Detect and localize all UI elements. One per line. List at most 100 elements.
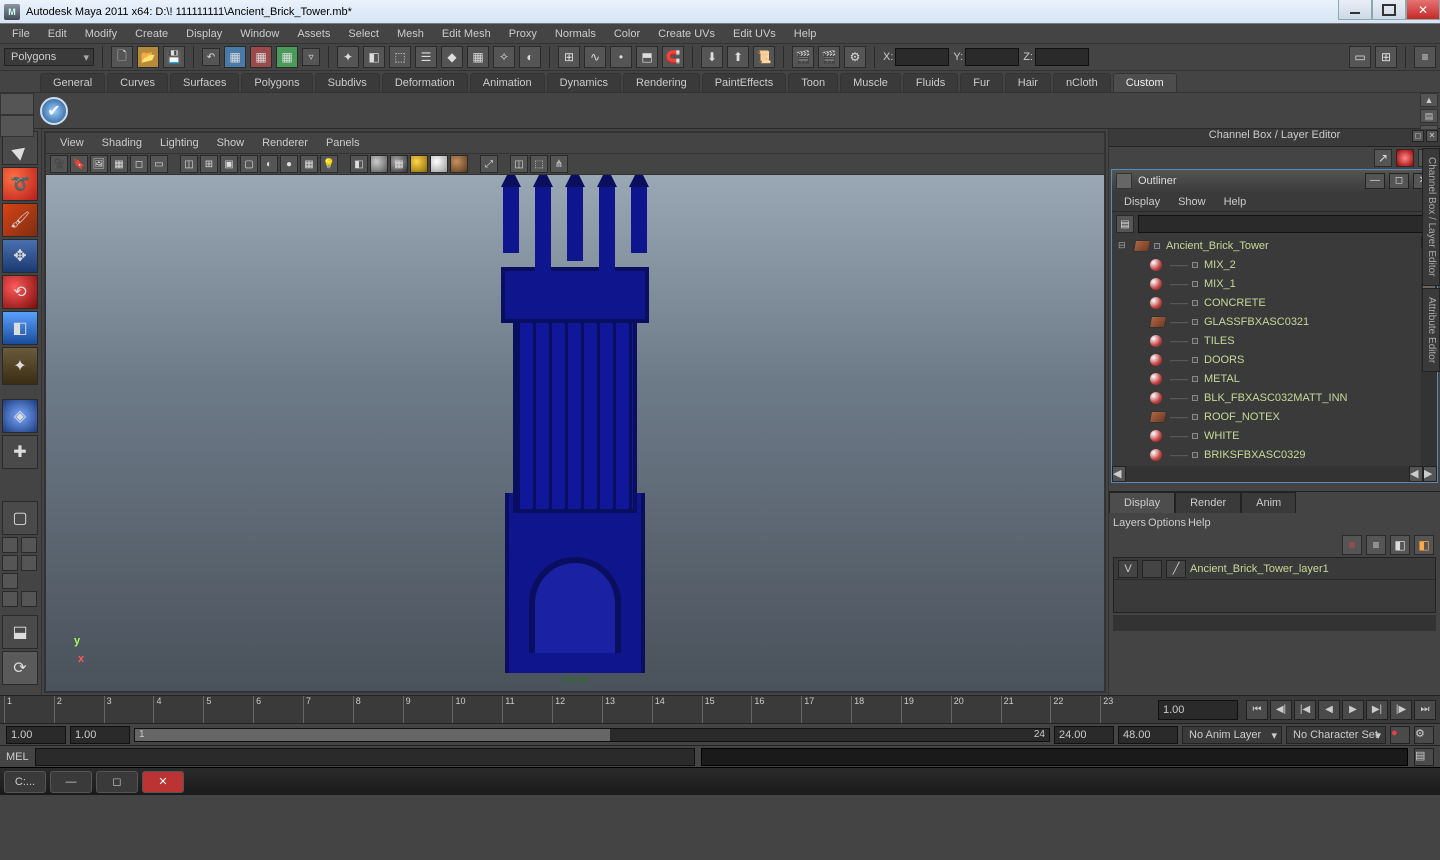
layer-menu-help[interactable]: Help xyxy=(1188,517,1211,529)
layer-tool-2-icon[interactable]: ≡ xyxy=(1366,535,1386,555)
script-lang-label[interactable]: MEL xyxy=(6,751,29,763)
menu-edit[interactable]: Edit xyxy=(40,26,75,42)
render-settings-icon[interactable]: ⚙ xyxy=(844,46,866,68)
layout-two-pane-icon[interactable] xyxy=(2,573,38,607)
soft-select-icon[interactable]: ◈ xyxy=(2,399,38,433)
snap-plane-icon[interactable]: ⬒ xyxy=(636,46,658,68)
show-editor-icon[interactable]: ≡ xyxy=(1414,46,1436,68)
sel-mask-8-icon[interactable]: ◐ xyxy=(519,46,541,68)
outliner-item[interactable]: ——BLK_FBXASC032MATT_INN xyxy=(1112,388,1437,407)
sel-mask-3-icon[interactable]: ⬚ xyxy=(389,46,411,68)
layer-menu-options[interactable]: Options xyxy=(1148,517,1186,529)
viewport-menu-renderer[interactable]: Renderer xyxy=(254,135,316,151)
vp-image-plane-icon[interactable]: 🖼 xyxy=(90,155,108,173)
shelf-scroll-up-icon[interactable]: ▲ xyxy=(1420,93,1438,107)
layer-visibility-toggle[interactable]: V xyxy=(1118,560,1138,578)
shelf-tab-dynamics[interactable]: Dynamics xyxy=(547,73,621,92)
vp-sphere-brown-icon[interactable] xyxy=(450,155,468,173)
range-slider[interactable]: 1 24 xyxy=(134,728,1050,742)
viewport-3d-view[interactable]: y x persp xyxy=(46,175,1104,691)
prefs-button[interactable]: ⚙ xyxy=(1414,726,1434,744)
undo-icon[interactable]: ↶ xyxy=(202,48,220,66)
layer-tool-3-icon[interactable]: ◧ xyxy=(1390,535,1410,555)
script-editor-button[interactable]: ▤ xyxy=(1414,748,1434,766)
outliner-item[interactable]: ⊟Ancient_Brick_Tower xyxy=(1112,236,1437,255)
render-icon[interactable]: 🎬 xyxy=(792,46,814,68)
menu-mesh[interactable]: Mesh xyxy=(389,26,432,42)
symmetry-icon[interactable]: ✚ xyxy=(2,435,38,469)
outliner-item[interactable]: ——DOORS xyxy=(1112,350,1437,369)
outliner-maximize-button[interactable]: ◻ xyxy=(1389,173,1409,189)
vp-sphere-yellow-icon[interactable] xyxy=(410,155,428,173)
outliner-item[interactable]: ——METAL xyxy=(1112,369,1437,388)
menu-edit-uvs[interactable]: Edit UVs xyxy=(725,26,784,42)
menu-proxy[interactable]: Proxy xyxy=(501,26,545,42)
shelf-tab-fluids[interactable]: Fluids xyxy=(903,73,958,92)
shelf-menu-stub[interactable] xyxy=(0,93,34,137)
menu-normals[interactable]: Normals xyxy=(547,26,604,42)
layer-tool-1-icon[interactable]: ≡ xyxy=(1342,535,1362,555)
select-component-icon[interactable]: ▦ xyxy=(276,46,298,68)
vp-cube-icon[interactable]: ◧ xyxy=(350,155,368,173)
layout-custom-icon[interactable]: ⟳ xyxy=(2,651,38,685)
layer-menu-layers[interactable]: Layers xyxy=(1113,517,1146,529)
shelf-tab-muscle[interactable]: Muscle xyxy=(840,73,901,92)
outliner-item[interactable]: ——TILES xyxy=(1112,331,1437,350)
paint-select-tool-icon[interactable]: 🖌 xyxy=(2,203,38,237)
panel-close-icon[interactable]: ✕ xyxy=(1426,130,1438,142)
outliner-filter-input[interactable] xyxy=(1138,215,1433,233)
rotate-tool-icon[interactable]: ⟲ xyxy=(2,275,38,309)
viewport-menu-panels[interactable]: Panels xyxy=(318,135,368,151)
menu-set-dropdown[interactable]: Polygons xyxy=(4,48,94,66)
shelf-tab-rendering[interactable]: Rendering xyxy=(623,73,700,92)
shelf-item-check-icon[interactable]: ✔ xyxy=(40,97,68,125)
vp-shaded-icon[interactable]: ● xyxy=(280,155,298,173)
time-ruler[interactable]: 1234567891011121314151617181920212223 xyxy=(4,696,1150,723)
vp-share-icon[interactable]: ⋔ xyxy=(550,155,568,173)
shelf-tab-ncloth[interactable]: nCloth xyxy=(1053,73,1111,92)
menu-edit-mesh[interactable]: Edit Mesh xyxy=(434,26,499,42)
vp-xray-icon[interactable]: ◫ xyxy=(510,155,528,173)
channel-tool-1-icon[interactable]: ↗ xyxy=(1374,149,1392,167)
vp-wire-icon[interactable]: ◐ xyxy=(260,155,278,173)
snap-curve-icon[interactable]: ∿ xyxy=(584,46,606,68)
anim-layer-dropdown[interactable]: No Anim Layer xyxy=(1182,726,1282,744)
vp-sphere-tex-icon[interactable]: ▦ xyxy=(390,155,408,173)
sel-mask-2-icon[interactable]: ◧ xyxy=(363,46,385,68)
outliner-minimize-button[interactable]: — xyxy=(1365,173,1385,189)
layer-tool-4-icon[interactable]: ◧ xyxy=(1414,535,1434,555)
select-hierarchy-icon[interactable]: ▦ xyxy=(224,46,246,68)
vp-safe-action-icon[interactable]: ▣ xyxy=(220,155,238,173)
layer-hscrollbar[interactable] xyxy=(1113,615,1436,631)
menu-window[interactable]: Window xyxy=(232,26,287,42)
select-object-icon[interactable]: ▦ xyxy=(250,46,272,68)
shelf-tab-fur[interactable]: Fur xyxy=(960,73,1003,92)
layer-row[interactable]: V╱Ancient_Brick_Tower_layer1 xyxy=(1114,558,1435,580)
ipr-render-icon[interactable]: 🎬 xyxy=(818,46,840,68)
sel-mask-6-icon[interactable]: ▦ xyxy=(467,46,489,68)
lasso-tool-icon[interactable]: ➰ xyxy=(2,167,38,201)
time-slider[interactable]: 1234567891011121314151617181920212223 ⏮ … xyxy=(0,695,1440,723)
layer-type-toggle[interactable] xyxy=(1142,560,1162,578)
snap-live-icon[interactable]: 🧲 xyxy=(662,46,684,68)
viewport-menu-view[interactable]: View xyxy=(52,135,92,151)
character-set-dropdown[interactable]: No Character Set xyxy=(1286,726,1386,744)
window-close-button[interactable] xyxy=(1406,0,1440,20)
vp-isolate-icon[interactable]: ⤢ xyxy=(480,155,498,173)
viewport-menu-shading[interactable]: Shading xyxy=(94,135,150,151)
shelf-tab-deformation[interactable]: Deformation xyxy=(382,73,468,92)
channel-tool-2-icon[interactable] xyxy=(1396,149,1414,167)
menu-color[interactable]: Color xyxy=(606,26,648,42)
vp-xray-joint-icon[interactable]: ⬚ xyxy=(530,155,548,173)
shelf-tab-general[interactable]: General xyxy=(40,73,105,92)
menu-assets[interactable]: Assets xyxy=(289,26,338,42)
vp-gate-mask-icon[interactable]: ◫ xyxy=(180,155,198,173)
shelf-tab-subdivs[interactable]: Subdivs xyxy=(315,73,380,92)
shelf-tab-curves[interactable]: Curves xyxy=(107,73,168,92)
range-end-outer-input[interactable] xyxy=(1118,726,1178,744)
scale-tool-icon[interactable]: ◧ xyxy=(2,311,38,345)
outliner-hscrollbar[interactable]: ◀◀▶ xyxy=(1112,466,1437,482)
vp-field-chart-icon[interactable]: ⊞ xyxy=(200,155,218,173)
y-input[interactable] xyxy=(965,48,1019,66)
vp-film-gate-icon[interactable]: ◻ xyxy=(130,155,148,173)
